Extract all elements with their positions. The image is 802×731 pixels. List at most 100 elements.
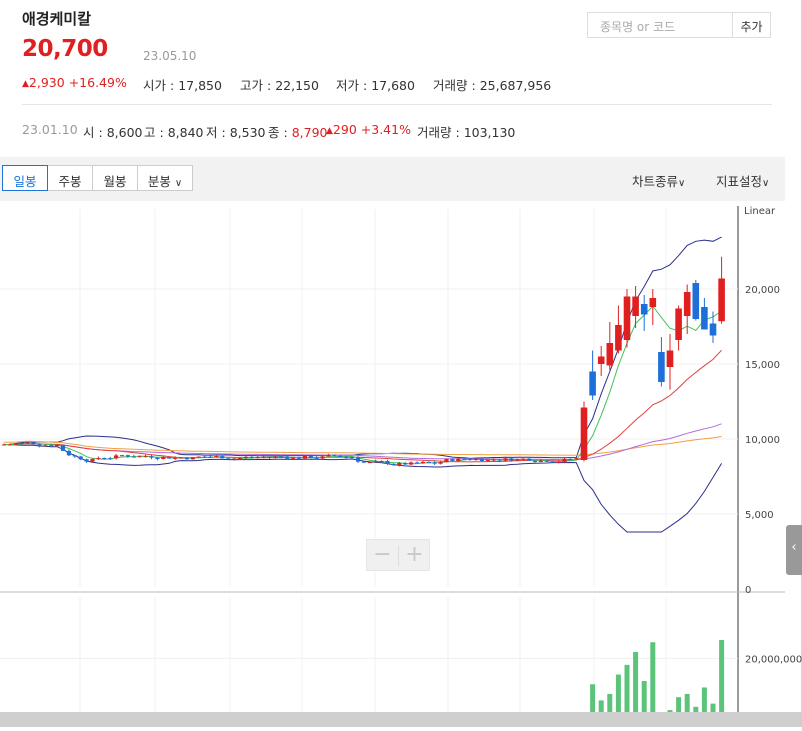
candle-body — [137, 456, 142, 458]
candle-body — [320, 456, 325, 459]
chart-area[interactable]: Linear 20,000 15,000 10,000 5,000 0 20,000,000… — [0, 201, 802, 730]
side-panel-handle[interactable]: ‹ — [786, 525, 802, 575]
candle-body — [361, 461, 366, 463]
price-chart-svg[interactable]: Linear 20,000 15,000 10,000 5,000 0 20,000,000… — [0, 201, 802, 730]
candle-body — [438, 462, 443, 464]
hover-high: 고 : 8,840 — [144, 125, 204, 140]
indicator-settings-dropdown[interactable]: 지표설정∨ — [716, 171, 769, 190]
candle-body — [302, 455, 307, 459]
hover-change: ▲290 +3.41% — [326, 122, 411, 137]
candle-body — [226, 458, 231, 460]
candle-body — [243, 456, 248, 459]
candle-body — [479, 458, 484, 462]
hover-close: 종 : 8,790 — [268, 125, 328, 140]
candle-body — [675, 308, 682, 340]
add-button[interactable]: 추가 — [733, 12, 771, 38]
candle-body — [285, 456, 290, 459]
candle-body — [25, 442, 30, 444]
chart-type-dropdown[interactable]: 차트종류∨ — [632, 171, 685, 190]
candle-body — [532, 460, 538, 462]
candle-body — [49, 445, 54, 447]
candle-body — [273, 456, 278, 458]
candle-body — [623, 296, 631, 340]
price-tick-label: 20,000 — [745, 285, 780, 296]
candle-body — [326, 454, 331, 457]
candle-body — [683, 292, 691, 316]
chevron-left-icon: ‹ — [791, 540, 797, 555]
candle-body — [701, 307, 708, 330]
candle-body — [409, 462, 414, 465]
candle-body — [60, 445, 66, 451]
tab-minute[interactable]: 분봉 ∨ — [137, 165, 193, 191]
candle-body — [718, 278, 725, 322]
candle-body — [332, 454, 337, 456]
volume-bar — [650, 642, 656, 723]
price-tick-label: 10,000 — [745, 435, 780, 446]
current-price: 20,700 — [22, 36, 108, 62]
candle-body — [232, 458, 237, 460]
hover-date: 23.01.10 — [22, 122, 78, 137]
candle-body — [261, 456, 266, 458]
grid — [0, 206, 785, 727]
candle-body — [544, 460, 549, 462]
candle-body — [66, 450, 71, 456]
stock-search-input[interactable]: 종목명 or 코드 — [587, 12, 733, 38]
candle-body — [13, 443, 18, 445]
zoom-in-button[interactable]: + — [399, 542, 430, 567]
bollinger-upper — [3, 236, 722, 459]
tab-monthly[interactable]: 월봉 — [92, 165, 138, 191]
candle-body — [640, 304, 648, 315]
candle-body — [379, 461, 384, 463]
candle-body — [255, 457, 260, 459]
price-date: 23.05.10 — [143, 49, 197, 63]
candle-body — [414, 462, 420, 464]
candle-body — [709, 323, 717, 336]
candle-body — [632, 296, 639, 316]
candle-body — [509, 458, 514, 461]
candle-body — [615, 325, 622, 351]
candle-body — [196, 456, 201, 458]
up-triangle-icon: ▲ — [22, 79, 29, 89]
scale-label: Linear — [744, 206, 776, 217]
hover-low: 저 : 8,530 — [206, 125, 266, 140]
candle-body — [550, 461, 555, 463]
candle-body — [426, 461, 431, 463]
divider — [22, 104, 772, 105]
tab-weekly[interactable]: 주봉 — [47, 165, 93, 191]
candle-body — [131, 456, 136, 458]
chevron-down-icon: ∨ — [174, 178, 183, 189]
candle-body — [597, 356, 605, 364]
candle-body — [355, 457, 361, 462]
high-price: 고가 : 22,150 — [240, 78, 319, 93]
candle-body — [491, 459, 496, 461]
stock-chart-widget: 애경케미칼 20,700 23.05.10 ▲2,930 +16.49% 시가 … — [0, 0, 802, 730]
candle-body — [473, 458, 479, 460]
candle-body — [84, 459, 89, 462]
zoom-controls: − + — [366, 539, 430, 571]
tab-daily[interactable]: 일봉 — [2, 165, 48, 191]
candle-body — [692, 283, 700, 319]
candle-body — [178, 457, 184, 459]
candle-body — [167, 457, 172, 459]
price-tick-label: 0 — [745, 585, 751, 596]
moving-averages — [3, 305, 722, 465]
candle-body — [296, 457, 302, 459]
candle-body — [214, 456, 219, 458]
price-change: ▲2,930 +16.49% — [22, 75, 127, 90]
candle-body — [119, 455, 125, 457]
low-price: 저가 : 17,680 — [336, 78, 415, 93]
change-pct: +16.49% — [68, 75, 127, 90]
candle-body — [108, 458, 113, 460]
candle-body — [403, 463, 408, 465]
candle-body — [574, 458, 579, 460]
candle-body — [462, 458, 467, 460]
candle-body — [521, 458, 526, 460]
candle-body — [485, 459, 490, 462]
zoom-out-button[interactable]: − — [367, 542, 398, 567]
candle-body — [308, 455, 313, 458]
hover-open: 시 : 8,600 — [83, 125, 143, 140]
candle-body — [143, 456, 148, 458]
candle-body — [55, 445, 60, 447]
candle-body — [37, 444, 42, 446]
candle-body — [7, 444, 12, 446]
